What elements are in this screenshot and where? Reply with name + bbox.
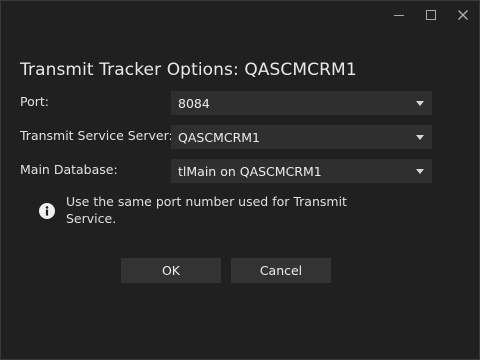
database-select[interactable]: tlMain on QASCMCRM1 (171, 159, 432, 183)
server-label: Transmit Service Server: (20, 128, 173, 143)
minimize-icon (394, 15, 404, 16)
close-icon (458, 10, 468, 20)
server-row: Transmit Service Server: QASCMCRM1 (20, 125, 432, 149)
server-select[interactable]: QASCMCRM1 (171, 125, 432, 149)
cancel-button[interactable]: Cancel (231, 258, 331, 283)
database-value: tlMain on QASCMCRM1 (178, 163, 322, 179)
ok-button[interactable]: OK (121, 258, 221, 283)
chevron-down-icon (409, 100, 431, 106)
dialog-title: Transmit Tracker Options: QASCMCRM1 (20, 60, 357, 80)
port-row: Port: 8084 (20, 91, 432, 115)
minimize-button[interactable] (383, 1, 415, 29)
info-text: Use the same port number used for Transm… (66, 194, 347, 226)
maximize-icon (426, 10, 436, 20)
port-select[interactable]: 8084 (171, 91, 432, 115)
info-icon (39, 203, 55, 219)
window-controls (383, 1, 479, 31)
maximize-button[interactable] (415, 1, 447, 29)
database-label: Main Database: (20, 162, 118, 177)
server-value: QASCMCRM1 (178, 129, 260, 145)
port-value: 8084 (178, 95, 210, 111)
chevron-down-icon (409, 134, 431, 140)
dialog-window: Transmit Tracker Options: QASCMCRM1 Port… (0, 0, 480, 360)
port-label: Port: (20, 94, 49, 109)
chevron-down-icon (409, 168, 431, 174)
database-row: Main Database: tlMain on QASCMCRM1 (20, 159, 432, 183)
close-button[interactable] (447, 1, 479, 29)
